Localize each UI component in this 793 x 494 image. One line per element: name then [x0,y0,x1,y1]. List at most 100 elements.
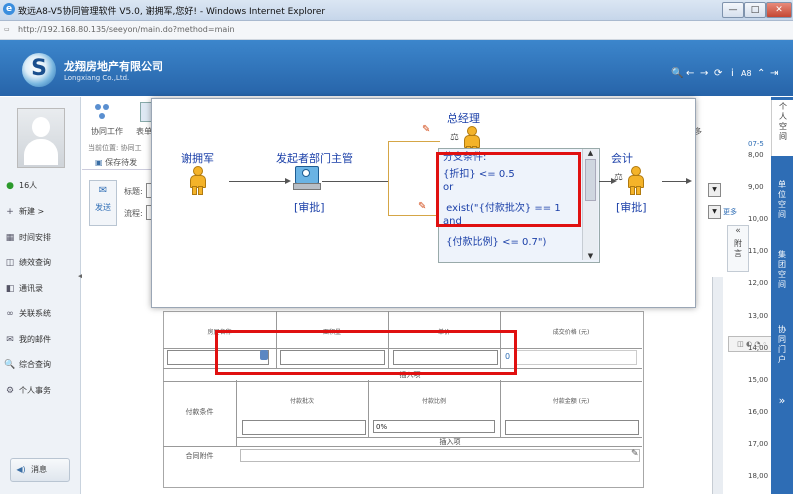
payment-terms-label: 付款条件 [185,408,214,416]
search-icon[interactable]: 🔍 [671,68,683,79]
sidebar-item-related-systems[interactable]: ∞ 关联系统 [4,306,76,322]
scroll-thumb[interactable] [585,159,596,201]
save-draft-button[interactable]: ▣ 保存待发 [95,157,137,168]
send-icon: ✉ [98,185,108,196]
payment-amount-input[interactable] [505,420,639,435]
online-icon: ● [6,181,14,191]
timeline-time-11: 11,00 [748,247,769,255]
scroll-up-icon[interactable]: ▲ [583,149,598,157]
gear-icon: ⚙ [5,386,15,396]
send-button[interactable]: ✉ 发送 [89,180,117,226]
avatar[interactable] [17,108,65,168]
node-start-label[interactable]: 谢拥军 [181,150,214,166]
timeline-time-13: 13,00 [748,312,769,320]
header-payment-amount: 付款金额 (元) [552,398,590,405]
address-bar[interactable]: ▭ http://192.168.80.135/seeyon/main.do?m… [0,21,793,40]
subject-dropdown-icon[interactable]: ▼ [708,183,721,197]
forward-icon[interactable]: → [700,68,708,79]
node-manager-label[interactable]: 总经理 [447,110,480,126]
flow-dropdown-icon[interactable]: ▼ [708,205,721,219]
attachment-pen-icon[interactable]: ✎ [631,449,639,459]
attachment-label: 合同附件 [185,452,214,460]
more-link[interactable]: 更多 [723,207,737,217]
sidebar-item-new[interactable]: + 新建 > [4,204,76,220]
payment-ratio-input[interactable]: 0% [373,420,495,433]
node-dept-action: [审批] [294,201,325,214]
plus-icon: + [6,207,14,217]
timeline-time-9: 9,00 [748,183,764,191]
node-dept-label[interactable]: 发起者部门主管 [276,150,353,166]
approve-icon: ⚖ [450,132,459,143]
timeline-date: 07-5 [748,140,764,148]
breadcrumb: 当前位置: 协同工 [88,144,142,152]
form-label[interactable]: 表单 [136,126,152,137]
search-icon: 🔍 [4,360,16,370]
highlight-form-row [215,330,517,375]
rail-expand-icon[interactable]: » [771,395,793,406]
timeline-time-17: 17,00 [748,440,769,448]
rail-item-unit-space[interactable]: 单位空间 [771,180,793,230]
arrowhead-icon [686,178,692,184]
speaker-icon: ◀) [16,465,26,474]
node-accountant-action: [审批] [616,201,647,214]
collapse-icon[interactable]: ⌃ [757,68,765,79]
postscript-label: 附言 [734,239,742,258]
rail-item-personal-space[interactable]: 个人空间 [771,100,793,156]
branch-icon: ✎ [418,201,427,212]
person-icon [188,166,206,195]
save-icon: ▣ [95,158,103,167]
sidebar-item-mail[interactable]: ✉ 我的邮件 [4,332,76,348]
postscript-panel[interactable]: « 附言 [727,225,749,272]
close-button[interactable]: ✕ [766,2,792,18]
postscript-collapse-icon[interactable]: « [728,226,748,236]
logout-icon[interactable]: ⇥ [770,68,778,79]
form-scrollbar[interactable] [712,277,723,494]
sidebar-item-schedule[interactable]: ▦ 时间安排 [4,230,76,246]
minimize-button[interactable]: — [722,2,744,18]
info-icon[interactable]: i [731,68,734,79]
deal-price-input[interactable] [515,350,637,365]
arrowhead-icon [285,178,291,184]
company-logo: S [22,53,56,87]
browser-title-bar: e 致远A8-V5协同管理软件 V5.0, 谢拥军,您好! - Windows … [0,0,793,21]
flow-arrow [322,181,388,182]
sidebar-item-contacts[interactable]: ◧ 通讯录 [4,281,76,297]
timeline-time-15: 15,00 [748,376,769,384]
address-book-icon: ◧ [5,284,15,294]
mail-icon: ✉ [6,335,14,345]
back-icon[interactable]: ← [686,68,694,79]
refresh-icon[interactable]: ⟳ [714,68,722,79]
header-payment-ratio: 付款比例 [421,398,446,405]
timeline-time-10: 10,00 [748,215,769,223]
collab-work-label[interactable]: 协同工作 [91,126,123,137]
sidebar-item-personal[interactable]: ⚙ 个人事务 [4,383,76,399]
attachment-field[interactable] [240,449,640,462]
address-url: http://192.168.80.135/seeyon/main.do?met… [18,25,235,34]
ie-icon: e [3,3,15,15]
header-payment-batch: 付款批次 [289,398,314,405]
timeline-time-14: 14,00 [748,344,769,352]
chart-icon: ◫ [5,258,15,268]
sidebar-item-search[interactable]: 🔍 综合查询 [4,357,76,373]
condition-scrollbar[interactable]: ▲ ▼ [582,149,598,260]
font-size-icon[interactable]: A8 [741,69,752,78]
subject-label: 标题: [124,187,143,196]
node-accountant-label[interactable]: 会计 [611,150,633,166]
rail-item-portal[interactable]: 协同门户 [771,325,793,375]
condition-line: {付款比例} <= 0.7") [443,237,547,248]
company-name: 龙翔房地产有限公司 [64,60,163,73]
scroll-down-icon[interactable]: ▼ [583,252,598,260]
online-count[interactable]: ● 16人 [4,178,76,194]
message-button[interactable]: ◀) 消息 [10,458,70,482]
company-name-en: Longxiang Co.,Ltd. [64,74,130,82]
timeline-time-8: 8,00 [748,151,764,159]
computer-user-icon [293,166,321,190]
rail-item-group-space[interactable]: 集团空间 [771,250,793,300]
payment-batch-input[interactable] [242,420,366,435]
collab-icon [92,102,112,122]
maximize-button[interactable]: □ [744,2,766,18]
sidebar-item-performance[interactable]: ◫ 绩效查询 [4,255,76,271]
person-icon [626,166,644,195]
flow-arrow [662,181,688,182]
flow-arrow [229,181,287,182]
